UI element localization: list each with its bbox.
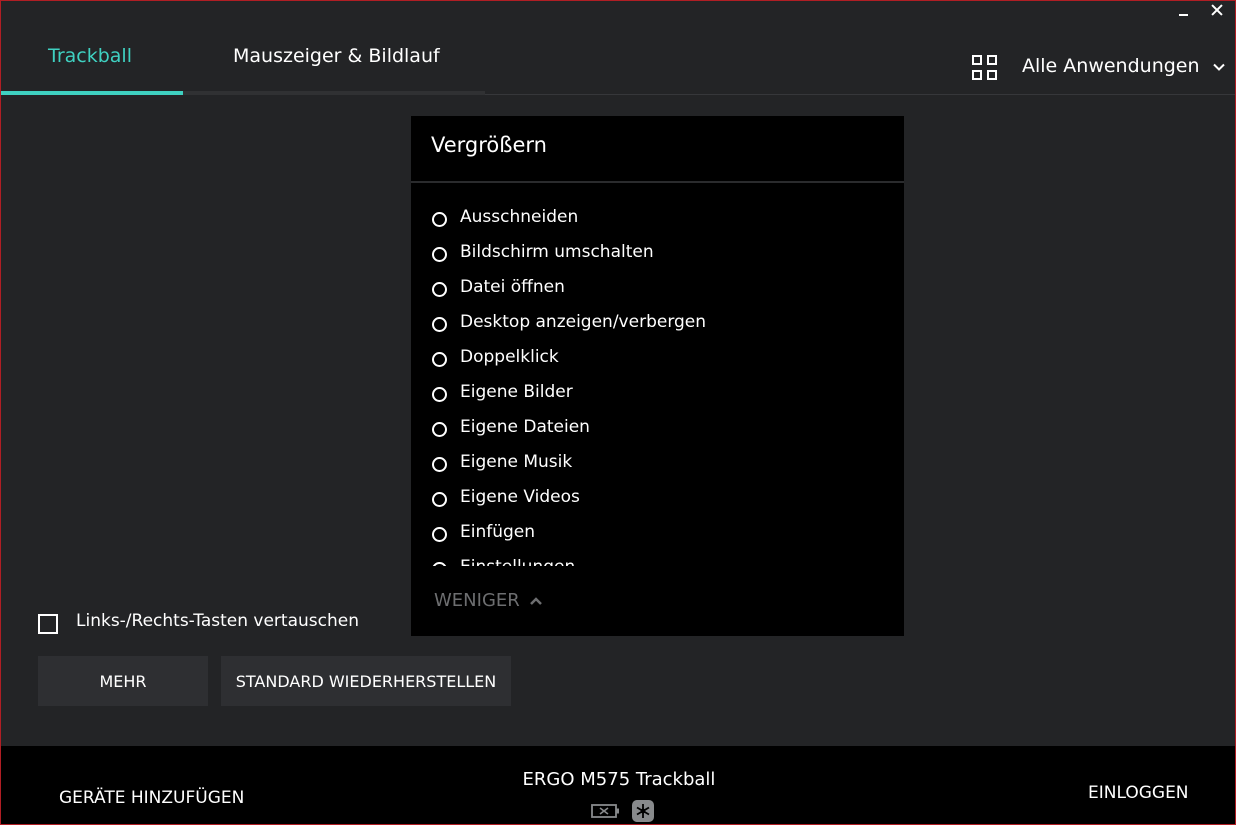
option-label: Bildschirm umschalten: [460, 242, 654, 262]
option-einstellungen[interactable]: Einstellungen: [431, 553, 881, 566]
chevron-down-icon[interactable]: [1213, 63, 1225, 71]
device-name[interactable]: ERGO M575 Trackball: [1, 769, 1235, 790]
option-eigene-bilder[interactable]: Eigene Bilder: [431, 378, 881, 408]
more-button[interactable]: MEHR: [38, 656, 208, 706]
footer: GERÄTE HINZUFÜGEN ERGO M575 Trackball EI…: [1, 746, 1235, 824]
restore-default-button[interactable]: STANDARD WIEDERHERSTELLEN: [221, 656, 511, 706]
tab-mauszeiger-bildlauf[interactable]: Mauszeiger & Bildlauf: [233, 45, 440, 67]
radio-icon[interactable]: [432, 317, 447, 332]
option-eigene-musik[interactable]: Eigene Musik: [431, 448, 881, 478]
option-einfuegen[interactable]: Einfügen: [431, 518, 881, 548]
tab-trackball[interactable]: Trackball: [48, 45, 132, 67]
radio-icon[interactable]: [432, 282, 447, 297]
option-label: Ausschneiden: [460, 207, 579, 227]
chevron-up-icon[interactable]: [529, 596, 543, 606]
option-doppelklick[interactable]: Doppelklick: [431, 343, 881, 373]
app-window: Trackball Mauszeiger & Bildlauf Alle Anw…: [0, 0, 1236, 825]
option-label: Eigene Videos: [460, 487, 580, 507]
radio-icon[interactable]: [432, 422, 447, 437]
option-list[interactable]: Ausschneiden Bildschirm umschalten Datei…: [411, 201, 904, 566]
action-dropdown: Vergrößern Ausschneiden Bildschirm umsch…: [411, 116, 904, 636]
option-bildschirm-umschalten[interactable]: Bildschirm umschalten: [431, 238, 881, 268]
login-button[interactable]: EINLOGGEN: [1088, 783, 1189, 803]
radio-icon[interactable]: [432, 562, 447, 566]
swap-buttons-checkbox[interactable]: [38, 614, 58, 634]
option-label: Eigene Dateien: [460, 417, 590, 437]
less-button[interactable]: WENIGER: [434, 590, 520, 611]
radio-icon[interactable]: [432, 457, 447, 472]
header-divider: [485, 94, 1235, 95]
radio-icon[interactable]: [432, 247, 447, 262]
radio-icon[interactable]: [432, 387, 447, 402]
dropdown-divider: [411, 181, 904, 183]
option-label: Desktop anzeigen/verbergen: [460, 312, 707, 332]
radio-icon[interactable]: [432, 492, 447, 507]
minimize-icon[interactable]: [1177, 1, 1191, 21]
app-selector-label[interactable]: Alle Anwendungen: [1022, 55, 1200, 77]
swap-buttons-label[interactable]: Links-/Rechts-Tasten vertauschen: [76, 611, 359, 631]
option-label: Eigene Bilder: [460, 382, 573, 402]
option-label: Doppelklick: [460, 347, 559, 367]
option-label: Einstellungen: [460, 557, 575, 566]
option-ausschneiden[interactable]: Ausschneiden: [431, 203, 881, 233]
dropdown-title[interactable]: Vergrößern: [431, 133, 547, 157]
radio-icon[interactable]: [432, 212, 447, 227]
battery-unknown-icon: [591, 804, 619, 818]
grid-icon[interactable]: [972, 55, 997, 80]
radio-icon[interactable]: [432, 352, 447, 367]
option-label: Eigene Musik: [460, 452, 573, 472]
option-datei-oeffnen[interactable]: Datei öffnen: [431, 273, 881, 303]
option-desktop-anzeigen[interactable]: Desktop anzeigen/verbergen: [431, 308, 881, 338]
option-label: Einfügen: [460, 522, 536, 542]
option-label: Datei öffnen: [460, 277, 565, 297]
active-tab-indicator: [1, 91, 183, 95]
radio-icon[interactable]: [432, 527, 447, 542]
option-eigene-videos[interactable]: Eigene Videos: [431, 483, 881, 513]
option-eigene-dateien[interactable]: Eigene Dateien: [431, 413, 881, 443]
unifying-receiver-icon: [632, 800, 654, 822]
add-devices-button[interactable]: GERÄTE HINZUFÜGEN: [59, 788, 244, 808]
close-icon[interactable]: [1209, 2, 1225, 20]
